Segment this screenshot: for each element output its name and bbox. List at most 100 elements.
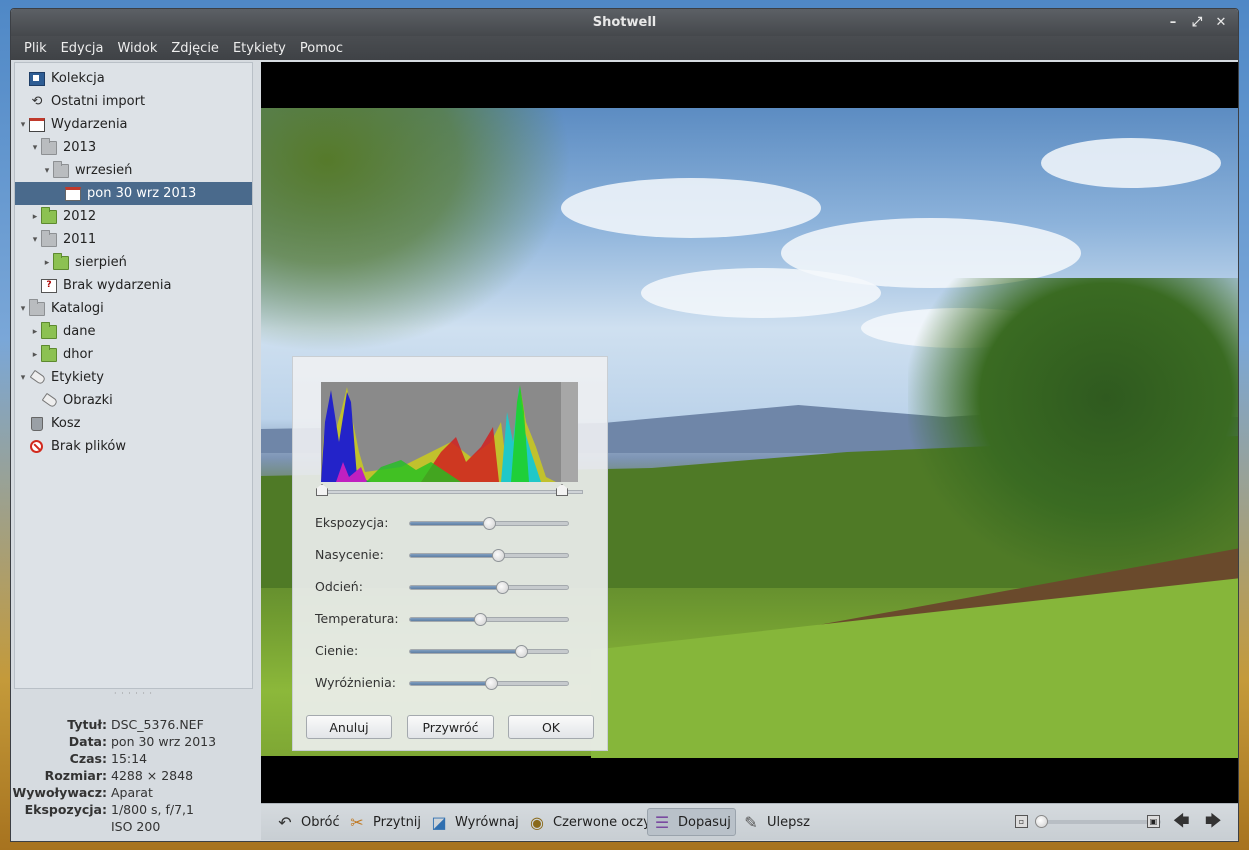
toolbar-button-label: Dopasuj [678,814,731,830]
maximize-icon[interactable]: ⤢ [1190,15,1204,30]
info-label: Rozmiar: [44,768,107,783]
info-row: Wywoływacz: Aparat [12,785,253,802]
menu-plik[interactable]: Plik [17,41,54,56]
slider-label: Wyróżnienia: [315,675,396,690]
expander-arrow-icon[interactable]: ▾ [17,304,29,314]
photo-toolbar: ▫ ▣ 🡄 🡆 ↶ Obróć ✂ Przytnij ◪ Wyrównaj ◉ Czerwon… [261,803,1238,840]
slider-label: Nasycenie: [315,547,384,562]
sidebar-item[interactable]: Brak plików [15,435,252,458]
sidebar-item-label: wrzesień [75,163,133,178]
folder-green-icon [41,206,57,224]
sidebar-item[interactable]: ▾ wrzesień [15,159,252,182]
sidebar-item-label: Brak wydarzenia [63,278,172,293]
red-eye-icon: ◉ [530,812,544,832]
folder-green-icon [41,321,57,339]
sidebar-item[interactable]: ? Brak wydarzenia [15,274,252,297]
menu-edycja[interactable]: Edycja [54,41,111,56]
slider-knob[interactable] [484,677,498,690]
adjust-slider[interactable] [409,645,569,658]
toolbar-red-eye-button[interactable]: ◉ Czerwone oczy [523,808,655,836]
sidebar-item[interactable]: ▸ sierpień [15,251,252,274]
ok-button[interactable]: OK [508,715,594,739]
reset-button[interactable]: Przywróć [407,715,494,739]
sidebar-item[interactable]: ▸ 2012 [15,205,252,228]
adjust-slider-row: Odcień: [315,577,575,597]
adjust-dialog: Ekspozycja: Nasycenie: Odcień: Temperatura:… [292,356,608,751]
adjust-icon: ☰ [654,812,670,832]
minimize-icon[interactable]: – [1166,15,1180,30]
toolbar-enhance-button[interactable]: ✎ Ulepsz [737,808,814,836]
sidebar-item[interactable]: ▸ dane [15,320,252,343]
cancel-button[interactable]: Anuluj [306,715,392,739]
toolbar-straighten-button[interactable]: ◪ Wyrównaj [425,808,523,836]
expander-arrow-icon[interactable]: ▸ [29,327,41,337]
sidebar-item[interactable]: ▾ Etykiety [15,366,252,389]
calendar-icon [65,186,81,201]
menu-zdjecie[interactable]: Zdjęcie [164,41,226,56]
expander-arrow-icon[interactable]: ▾ [41,166,53,176]
expander-arrow-icon[interactable]: ▸ [29,212,41,222]
zoom-slider-knob[interactable] [1035,815,1048,828]
sidebar-item-label: dhor [63,347,93,362]
toolbar-crop-button[interactable]: ✂ Przytnij [343,808,425,836]
sidebar-item[interactable]: ▾ Katalogi [15,297,252,320]
folder-icon [41,137,57,155]
info-label: Data: [68,734,107,749]
expander-arrow-icon[interactable]: ▾ [17,373,29,383]
toolbar-rotate-button[interactable]: ↶ Obróć [271,808,344,836]
slider-knob[interactable] [483,517,496,530]
sidebar-item[interactable]: Kosz [15,412,252,435]
info-row: Czas: 15:14 [14,751,253,768]
sidebar-item[interactable]: ⟲ Ostatni import [15,90,252,113]
expander-arrow-icon[interactable]: ▸ [29,350,41,360]
events-icon [29,117,45,132]
sidebar-item[interactable]: Kolekcja [15,67,252,90]
slider-knob[interactable] [495,581,509,594]
adjust-slider[interactable] [409,613,569,626]
adjust-slider[interactable] [409,517,569,530]
menu-bar: Plik Edycja Widok Zdjęcie Etykiety Pomoc [11,36,1238,60]
adjust-slider[interactable] [409,677,569,690]
sidebar-item-label: 2011 [63,232,97,247]
sidebar-item[interactable]: Obrazki [15,389,252,412]
previous-photo-arrow-icon[interactable]: 🡄 [1173,810,1190,837]
info-value: DSC_5376.NEF [111,717,204,732]
sidebar-item[interactable]: pon 30 wrz 2013 [15,182,252,205]
sidebar-item[interactable]: ▾ 2011 [15,228,252,251]
menu-widok[interactable]: Widok [110,41,164,56]
sidebar-item[interactable]: ▾ Wydarzenia [15,113,252,136]
adjust-slider[interactable] [409,549,569,562]
zoom-slider-track[interactable] [1041,820,1161,824]
adjust-slider-row: Cienie: [315,641,575,661]
info-label: Tytuł: [67,717,107,732]
slider-knob[interactable] [492,549,506,562]
sidebar-item[interactable]: ▸ dhor [15,343,252,366]
slider-knob[interactable] [514,645,528,658]
folder-icon [29,298,45,316]
adjust-slider[interactable] [409,581,569,594]
rotate-icon: ↶ [278,812,292,832]
menu-etykiety[interactable]: Etykiety [226,41,293,56]
expander-arrow-icon[interactable]: ▾ [29,235,41,245]
zoom-in-icon[interactable]: ▣ [1147,815,1160,828]
pane-resize-handle[interactable]: · · · · · · [14,689,253,698]
expander-arrow-icon[interactable]: ▾ [17,120,29,130]
menu-pomoc[interactable]: Pomoc [293,41,350,56]
histogram [321,382,578,482]
sidebar-item-label: 2012 [63,209,97,224]
folder-green-icon [53,252,69,270]
next-photo-arrow-icon[interactable]: 🡆 [1205,810,1222,837]
sidebar-item[interactable]: ▾ 2013 [15,136,252,159]
slider-knob[interactable] [473,613,487,626]
toolbar-adjust-button[interactable]: ☰ Dopasuj [647,808,736,836]
slider-label: Ekspozycja: [315,515,389,530]
expander-arrow-icon[interactable]: ▾ [29,143,41,153]
tag-icon [29,369,47,386]
histogram-left-handle[interactable] [316,484,328,496]
zoom-out-icon[interactable]: ▫ [1015,815,1028,828]
info-row: Ekspozycja: 1/800 s, f/7,1 [14,802,253,819]
close-icon[interactable]: ✕ [1214,15,1228,30]
histogram-right-handle[interactable] [556,484,568,496]
info-value: 4288 × 2848 [111,768,194,783]
expander-arrow-icon[interactable]: ▸ [41,258,53,268]
